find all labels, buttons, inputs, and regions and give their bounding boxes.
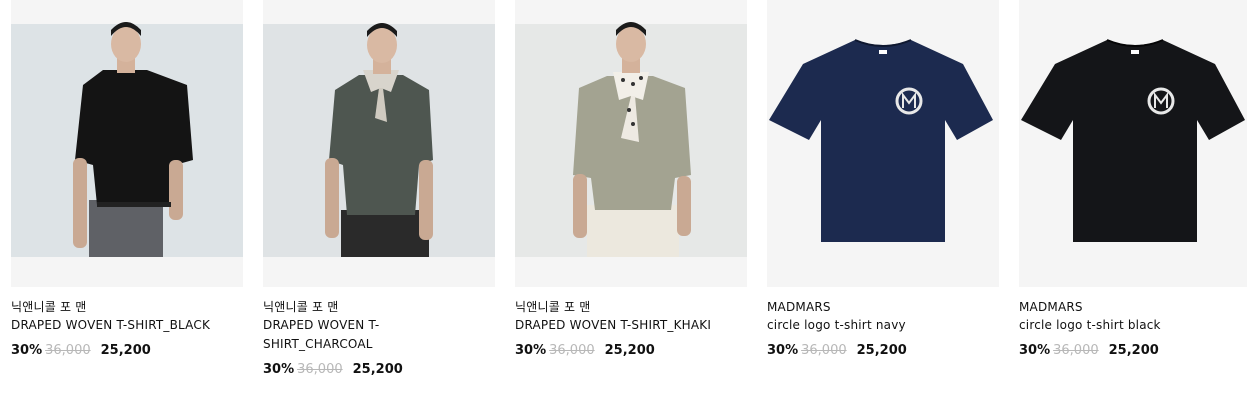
product-card[interactable]: MADMARS circle logo t-shirt navy 30% 36,0…: [767, 0, 999, 360]
product-price: 30% 36,000 25,200: [11, 342, 243, 360]
product-brand[interactable]: MADMARS: [1019, 298, 1247, 316]
product-brand[interactable]: 닉앤니콜 포 맨: [515, 298, 747, 316]
product-brand[interactable]: 닉앤니콜 포 맨: [263, 298, 495, 316]
product-name[interactable]: DRAPED WOVEN T-SHIRT_BLACK: [11, 316, 243, 335]
product-name[interactable]: circle logo t-shirt black: [1019, 316, 1247, 335]
sale-price: 25,200: [856, 343, 907, 358]
product-name[interactable]: DRAPED WOVEN T-SHIRT_KHAKI: [515, 316, 747, 335]
discount-rate: 30%: [11, 343, 43, 358]
original-price: 36,000: [801, 343, 847, 358]
product-brand[interactable]: 닉앤니콜 포 맨: [11, 298, 243, 316]
product-card[interactable]: MADMARS circle logo t-shirt black 30% 36,…: [1019, 0, 1247, 360]
product-price: 30% 36,000 25,200: [767, 342, 999, 360]
product-name[interactable]: circle logo t-shirt navy: [767, 316, 999, 335]
discount-rate: 30%: [515, 343, 547, 358]
original-price: 36,000: [297, 362, 343, 377]
sale-price: 25,200: [100, 343, 151, 358]
product-price: 30% 36,000 25,200: [515, 342, 747, 360]
product-image[interactable]: [11, 0, 243, 287]
product-brand[interactable]: MADMARS: [767, 298, 999, 316]
original-price: 36,000: [549, 343, 595, 358]
discount-rate: 30%: [1019, 343, 1051, 358]
product-price: 30% 36,000 25,200: [1019, 342, 1247, 360]
product-image[interactable]: [767, 0, 999, 287]
original-price: 36,000: [45, 343, 91, 358]
product-price: 30% 36,000 25,200: [263, 361, 495, 379]
sale-price: 25,200: [352, 362, 403, 377]
product-image[interactable]: [515, 0, 747, 287]
product-image[interactable]: [1019, 0, 1247, 287]
product-grid: 닉앤니콜 포 맨 DRAPED WOVEN T-SHIRT_BLACK 30% 3…: [0, 0, 1247, 403]
sale-price: 25,200: [604, 343, 655, 358]
product-image[interactable]: [263, 0, 495, 287]
original-price: 36,000: [1053, 343, 1099, 358]
sale-price: 25,200: [1108, 343, 1159, 358]
discount-rate: 30%: [263, 362, 295, 377]
product-card[interactable]: 닉앤니콜 포 맨 DRAPED WOVEN T-SHIRT_BLACK 30% 3…: [11, 0, 243, 360]
product-name[interactable]: DRAPED WOVEN T- SHIRT_CHARCOAL: [263, 316, 495, 354]
product-card[interactable]: 닉앤니콜 포 맨 DRAPED WOVEN T-SHIRT_KHAKI 30% 3…: [515, 0, 747, 360]
product-card[interactable]: 닉앤니콜 포 맨 DRAPED WOVEN T- SHIRT_CHARCOAL 3…: [263, 0, 495, 379]
discount-rate: 30%: [767, 343, 799, 358]
